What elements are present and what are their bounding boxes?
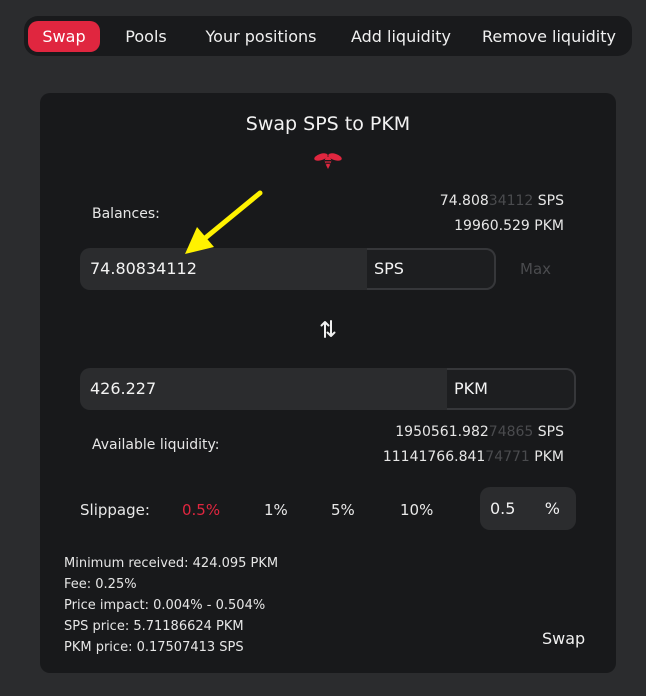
yellow-arrow-annotation xyxy=(185,190,263,254)
liquidity-pkm: 11141766.84174771 PKM xyxy=(383,449,564,465)
balance-sps: 74.80834112 SPS xyxy=(440,193,564,209)
fee: Fee: 0.25% xyxy=(64,577,137,592)
price-impact: Price impact: 0.004% - 0.504% xyxy=(64,598,266,613)
to-amount-field[interactable]: 426.227 PKM xyxy=(80,368,576,410)
slippage-option-5[interactable]: 5% xyxy=(331,501,355,519)
tab-bar: Swap Pools Your positions Add liquidity … xyxy=(24,16,632,56)
slippage-option-0-5[interactable]: 0.5% xyxy=(182,501,220,519)
balance-sps-value: 74.808 xyxy=(439,193,489,209)
pkm-price: PKM price: 0.17507413 SPS xyxy=(64,640,244,655)
swap-vertical-icon[interactable] xyxy=(320,319,336,339)
balance-sps-unit: SPS xyxy=(537,193,564,209)
liquidity-pkm-value: 11141766.841 xyxy=(382,449,486,465)
to-amount-input[interactable]: 426.227 xyxy=(90,368,156,410)
custom-slippage-input[interactable]: 0.5 xyxy=(490,487,515,530)
from-amount-field[interactable]: 74.80834112 SPS xyxy=(80,248,496,290)
tab-add-liquidity[interactable]: Add liquidity xyxy=(342,21,460,52)
minimum-received: Minimum received: 424.095 PKM xyxy=(64,556,279,571)
liquidity-sps-faded-digits: 74865 xyxy=(488,424,534,440)
custom-slippage-unit: % xyxy=(544,499,560,518)
balance-pkm-unit: PKM xyxy=(534,218,564,234)
slippage-label: Slippage: xyxy=(80,501,150,519)
balance-pkm-value: 19960.529 xyxy=(454,218,530,234)
to-currency-selector[interactable]: PKM xyxy=(447,368,576,410)
liquidity-sps-unit: SPS xyxy=(537,424,564,440)
liquidity-sps-value: 1950561.982 xyxy=(395,424,489,440)
slippage-option-10[interactable]: 10% xyxy=(400,501,433,519)
slippage-option-1[interactable]: 1% xyxy=(264,501,288,519)
balances-label: Balances: xyxy=(92,206,160,222)
swap-button[interactable]: Swap xyxy=(542,629,585,648)
sps-price: SPS price: 5.71186624 PKM xyxy=(64,619,244,634)
tab-swap[interactable]: Swap xyxy=(28,21,100,52)
tab-remove-liquidity[interactable]: Remove liquidity xyxy=(476,21,622,52)
available-liquidity-label: Available liquidity: xyxy=(92,437,220,453)
page-title: Swap SPS to PKM xyxy=(245,113,411,135)
swap-card: Swap SPS to PKM Balances: 74.80834112 SP… xyxy=(40,93,616,673)
tab-pools[interactable]: Pools xyxy=(112,21,180,52)
balance-sps-faded-digits: 34112 xyxy=(488,193,534,209)
balance-pkm: 19960.529 PKM xyxy=(454,218,564,234)
bee-logo-icon xyxy=(314,153,342,169)
custom-slippage-field[interactable]: 0.5 % xyxy=(480,487,576,530)
liquidity-pkm-unit: PKM xyxy=(534,449,564,465)
tab-your-positions[interactable]: Your positions xyxy=(194,21,328,52)
from-currency-selector[interactable]: SPS xyxy=(367,248,496,290)
max-button[interactable]: Max xyxy=(520,260,551,278)
liquidity-sps: 1950561.98274865 SPS xyxy=(395,424,564,440)
liquidity-pkm-faded-digits: 74771 xyxy=(485,449,530,465)
